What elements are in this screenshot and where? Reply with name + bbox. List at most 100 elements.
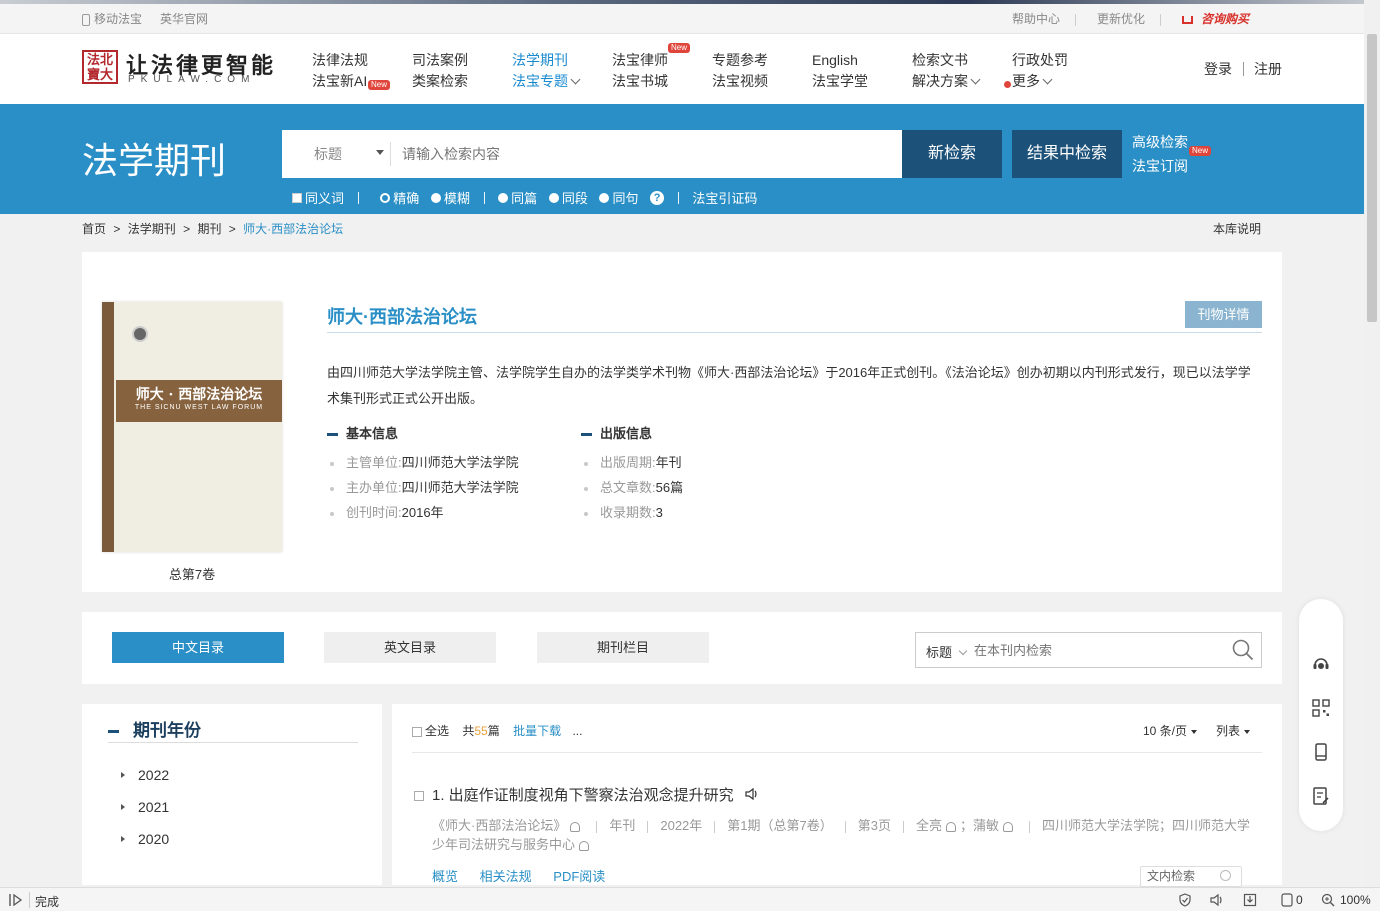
new-search-button[interactable]: 新检索 [902, 130, 1002, 178]
zoom-icon[interactable] [1321, 893, 1335, 910]
synonym-option[interactable]: 同义词 [292, 188, 344, 207]
year-heading: 期刊年份 [108, 716, 201, 741]
bell-icon[interactable] [579, 840, 590, 851]
qr-code-icon[interactable] [1311, 698, 1331, 718]
subscribe-link[interactable]: 法宝订阅 [1132, 156, 1188, 176]
bullet-icon [584, 511, 588, 516]
login-link[interactable]: 登录 [1204, 59, 1232, 80]
customer-service-icon[interactable] [1311, 654, 1331, 674]
nav-item-documents[interactable]: 检索文书 解决方案 [912, 50, 981, 92]
nav-item-penalties[interactable]: 行政处罚 更多 [1004, 50, 1068, 92]
tab-chinese-catalog[interactable]: 中文目录 [112, 632, 284, 663]
cite-code-link[interactable]: 法宝引证码 [692, 188, 757, 207]
in-text-search-input[interactable]: 文内检索 [1140, 866, 1242, 887]
nav-item-laws[interactable]: 法律法规 法宝新AI New [312, 50, 391, 92]
same-paragraph-option[interactable]: 同段 [548, 188, 588, 207]
english-site-link[interactable]: 英华官网 [160, 10, 208, 27]
nav-item-lawyers[interactable]: 法宝律师 法宝书城 New [612, 43, 691, 92]
same-article-option[interactable]: 同篇 [498, 188, 537, 207]
breadcrumb-issue[interactable]: 期刊 [197, 222, 221, 236]
advanced-search-link[interactable]: 高级检索 [1132, 132, 1188, 152]
article-checkbox[interactable] [414, 791, 424, 802]
view-mode-select[interactable]: 列表 [1216, 722, 1251, 739]
site-logo[interactable]: 法北寶大 让法律更智能 PKULAW.COM [82, 48, 282, 88]
bell-icon[interactable] [946, 821, 956, 832]
bullet-icon [330, 511, 334, 516]
sound-icon[interactable] [1209, 893, 1225, 910]
search-scope-select[interactable]: 标题 [314, 144, 342, 164]
search-input[interactable] [394, 138, 884, 170]
overview-link[interactable]: 概览 [432, 869, 458, 884]
help-icon[interactable]: ? [650, 190, 665, 205]
speaker-icon[interactable] [744, 787, 760, 805]
info-key: 出版周期: [600, 455, 656, 470]
mobile-link[interactable]: 移动法宝 [82, 10, 142, 27]
play-icon[interactable] [8, 893, 24, 910]
download-icon[interactable] [1243, 893, 1257, 910]
bullet-icon [584, 461, 588, 466]
tab-journal-columns[interactable]: 期刊栏目 [537, 632, 709, 663]
mobile-device-icon[interactable] [1311, 742, 1331, 762]
same-sentence-option[interactable]: 同句 [599, 188, 638, 207]
breadcrumb-home[interactable]: 首页 [82, 222, 106, 236]
vertical-scrollbar[interactable] [1364, 0, 1380, 887]
radio-selected-icon [380, 192, 391, 203]
search-in-results-button[interactable]: 结果中检索 [1012, 130, 1122, 178]
adblock-icon[interactable] [1281, 893, 1293, 910]
breadcrumb: 首页 > 法学期刊 > 期刊 > 师大·西部法治论坛 [82, 220, 343, 237]
related-laws-link[interactable]: 相关法规 [480, 869, 532, 884]
page-size-select[interactable]: 10 条/页 [1143, 722, 1198, 739]
divider [1029, 820, 1031, 833]
nav-item-english[interactable]: English 法宝学堂 [812, 50, 868, 92]
meta-author[interactable]: 蒲敏 [973, 818, 999, 833]
library-info-link[interactable]: 本库说明 [1213, 220, 1261, 237]
help-center-link[interactable]: 帮助中心 [1012, 10, 1060, 27]
register-link[interactable]: 注册 [1254, 59, 1282, 80]
checkbox-icon [412, 726, 422, 737]
nav-label: 专题参考 [712, 52, 768, 68]
more-actions[interactable]: ... [572, 724, 582, 738]
chevron-down-icon [958, 646, 968, 656]
in-journal-scope-select[interactable]: 标题 [926, 642, 968, 661]
scrollbar-thumb[interactable] [1367, 34, 1377, 322]
feedback-icon[interactable] [1311, 786, 1331, 806]
meta-cycle: 年刊 [609, 818, 636, 833]
bell-icon[interactable] [570, 821, 581, 832]
year-item-2021[interactable]: 2021 [120, 799, 169, 815]
breadcrumb-journals[interactable]: 法学期刊 [128, 222, 176, 236]
nav-item-cases[interactable]: 司法案例 类案检索 [412, 50, 468, 92]
view-mode-label: 列表 [1216, 724, 1241, 738]
info-row: 收录期数:3 [584, 500, 663, 525]
divider [412, 752, 1262, 753]
buy-link[interactable]: 咨询购买 [1182, 10, 1249, 27]
new-badge: New [368, 80, 391, 90]
updates-link[interactable]: 更新优化 [1097, 10, 1145, 27]
bell-icon[interactable] [1003, 821, 1014, 832]
nav-item-journals[interactable]: 法学期刊 法宝专题 [512, 50, 581, 92]
in-journal-search-input[interactable] [974, 639, 1214, 661]
fuzzy-option[interactable]: 模糊 [430, 188, 470, 207]
phone-icon [82, 13, 90, 26]
breadcrumb-separator: > [183, 222, 191, 236]
exact-option[interactable]: 精确 [380, 188, 419, 207]
shield-icon[interactable] [1178, 893, 1192, 910]
meta-journal[interactable]: 《师大·西部法治论坛》 [432, 818, 566, 833]
meta-author[interactable]: 全亮 [916, 818, 942, 833]
article-title[interactable]: 1. 出庭作证制度视角下警察法治观念提升研究 [414, 784, 760, 805]
tab-english-catalog[interactable]: 英文目录 [324, 632, 496, 663]
meta-page: 第3页 [857, 818, 891, 833]
mobile-label: 移动法宝 [94, 12, 143, 26]
select-all-checkbox[interactable]: 全选 [412, 724, 449, 738]
divider [647, 820, 649, 833]
search-icon[interactable] [1232, 639, 1254, 661]
year-item-2022[interactable]: 2022 [120, 767, 169, 783]
journal-detail-button[interactable]: 刊物详情 [1185, 301, 1262, 328]
new-badge: New [668, 43, 691, 53]
radio-icon [498, 192, 509, 203]
batch-download-link[interactable]: 批量下载 [513, 724, 561, 738]
pdf-read-link[interactable]: PDF阅读 [553, 869, 605, 884]
zoom-level[interactable]: 100% [1340, 893, 1371, 907]
nav-item-topics[interactable]: 专题参考 法宝视频 [712, 50, 768, 92]
basic-info-heading: 基本信息 [327, 423, 398, 442]
year-item-2020[interactable]: 2020 [120, 831, 169, 847]
